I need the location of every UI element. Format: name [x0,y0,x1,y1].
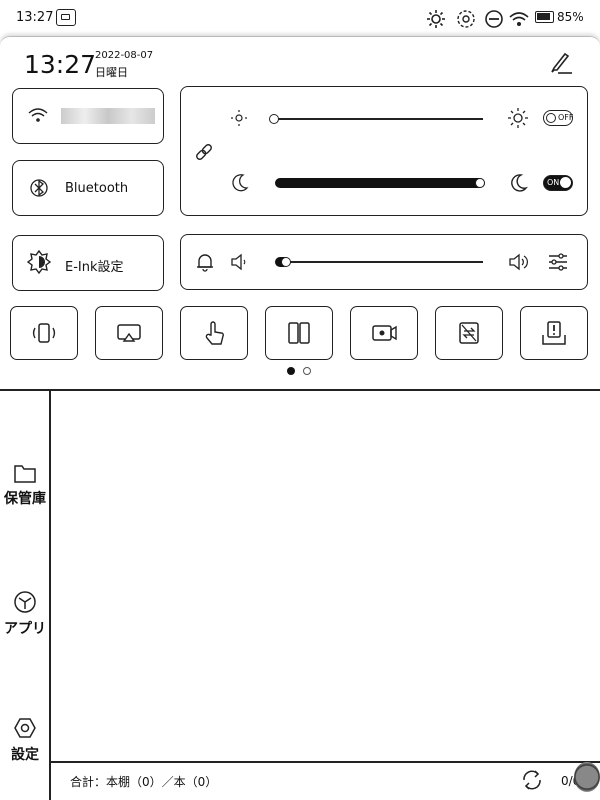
footer-divider [49,761,600,763]
page-dot [303,367,311,375]
volume-low-icon [231,253,246,271]
bluetooth-icon [30,179,48,197]
settings-icon [14,718,36,738]
link-icon[interactable] [193,141,215,163]
toggle-knob [560,177,571,188]
sync-icon[interactable] [520,768,544,792]
split-screen-icon [288,322,310,344]
sliders-icon[interactable] [547,251,569,273]
front-light-track [273,118,483,120]
bluetooth-label: Bluetooth [65,181,129,196]
status-time: 13:27 [16,10,54,25]
front-light-toggle[interactable]: OFF [543,110,574,126]
sidebar-item-label: 保管庫 [4,491,46,507]
touch-gesture-button[interactable] [180,306,248,360]
split-screen-button[interactable] [265,306,333,360]
edit-icon[interactable] [548,50,574,76]
rotate-screen-icon [32,323,56,343]
warm-light-knob[interactable] [475,178,485,188]
wifi-tile[interactable] [12,88,164,144]
cast-screen-icon [117,324,141,342]
cast-screen-button[interactable] [95,306,163,360]
eink-label: E-Ink設定 [65,260,124,275]
bluetooth-tile[interactable]: Bluetooth [12,160,164,216]
panel-date: 2022-08-07 [95,50,154,61]
warm-light-toggle[interactable]: ON [543,175,573,191]
panel-clock: 13:27 [24,50,97,79]
front-light-low-icon [231,110,247,126]
panel-divider [0,389,600,391]
screen-record-icon [372,325,397,341]
battery-icon [535,11,554,23]
warm-light-low-icon [232,174,249,192]
volume-high-icon [509,253,528,271]
battery-percent: 85% [557,10,584,24]
no-refresh-mode-button[interactable] [435,306,503,360]
front-light-high-icon [508,108,528,128]
no-refresh-icon [459,322,479,344]
front-light-knob[interactable] [269,114,279,124]
feedback-icon [542,321,566,345]
warm-light-toggle-label: ON [547,178,560,187]
sidebar-item-settings[interactable]: 設定 [0,716,50,764]
eink-icon [27,250,51,274]
warm-light-high-icon [511,174,528,192]
page-dot-active [287,367,295,375]
sidebar-item-apps[interactable]: アプリ [0,590,50,638]
screen-record-icon[interactable] [56,9,76,26]
brightness-icon[interactable] [426,9,446,29]
touch-gesture-icon [205,321,224,345]
volume-knob[interactable] [281,257,291,267]
toggle-knob [546,113,556,123]
bell-icon[interactable] [195,252,215,272]
light-panel: OFF ON [180,86,588,216]
warm-light-fill [275,178,485,188]
volume-track [277,261,483,263]
wifi-network-name [61,108,155,124]
eink-settings-tile[interactable]: E-Ink設定 [12,235,164,291]
feedback-button[interactable] [520,306,588,360]
floating-assist-button[interactable] [574,762,600,792]
wifi-icon [509,12,529,26]
volume-panel [180,234,588,290]
library-summary: 合計：本棚（0）／本（0） [70,775,218,789]
folder-icon [14,465,36,483]
screen-record-button[interactable] [350,306,418,360]
front-light-toggle-label: OFF [558,113,574,122]
refresh-icon[interactable] [455,8,477,30]
do-not-disturb-icon[interactable] [484,9,504,29]
wifi-tile-icon [28,108,48,122]
status-bar: 13:27 85% [0,0,600,36]
sidebar-item-label: 設定 [11,747,39,763]
rotate-screen-button[interactable] [10,306,78,360]
sidebar-item-library[interactable]: 保管庫 [0,462,50,508]
apps-icon [14,591,36,613]
panel-weekday: 日曜日 [95,66,128,79]
sidebar-item-label: アプリ [4,621,46,637]
